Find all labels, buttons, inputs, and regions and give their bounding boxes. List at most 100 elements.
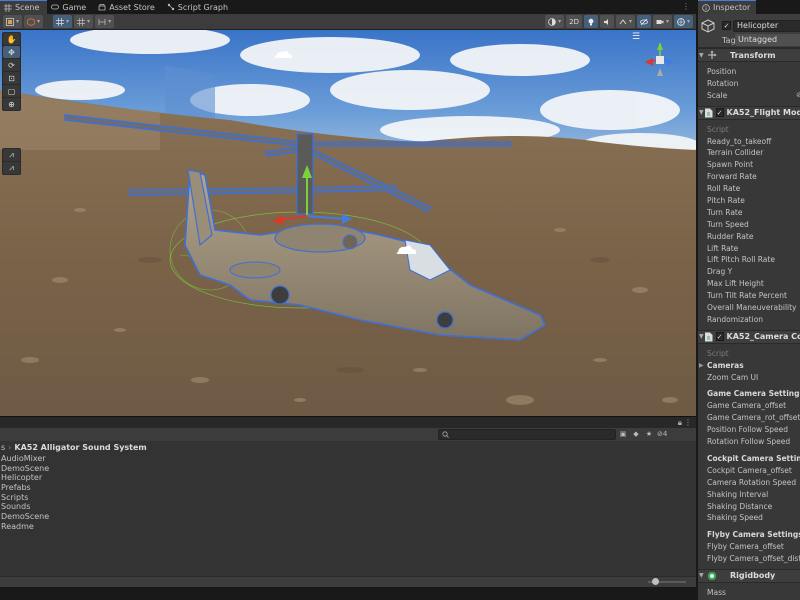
tab-asset-store[interactable]: Asset Store: [94, 0, 163, 14]
list-item[interactable]: DemoScene: [1, 464, 49, 474]
increment-snap-dropdown[interactable]: [95, 15, 115, 28]
rigidbody-header[interactable]: ▼ Rigidbody: [698, 568, 800, 583]
snap-icon: [98, 18, 106, 25]
script-icon: [704, 332, 713, 342]
transform-icon: [707, 50, 717, 60]
search-by-type-icon[interactable]: ▣: [618, 429, 628, 439]
lock-icon[interactable]: 🔒︎: [678, 418, 682, 428]
tab-script-graph-label: Script Graph: [177, 2, 229, 12]
prop-field: Terrain Collider: [707, 148, 764, 158]
prop-field: Shaking Interval: [707, 489, 769, 499]
list-item[interactable]: AudioMixer: [1, 454, 49, 464]
project-panel-header: 🔒︎ ⋮: [0, 416, 696, 428]
flight-model-header[interactable]: ▼ ✓ KA52_Flight Model (: [698, 105, 800, 120]
tab-script-graph[interactable]: Script Graph: [163, 0, 236, 14]
effects-dropdown[interactable]: [615, 15, 635, 28]
project-toolbar: ▣ ◆ ★ ⊘ 4: [0, 428, 696, 441]
component-enabled-checkbox[interactable]: ✓: [715, 332, 724, 342]
breadcrumb-current[interactable]: KA52 Alligator Sound System: [14, 443, 146, 452]
label-filter-icon[interactable]: ◆: [631, 429, 641, 439]
tool-custom-1-button[interactable]: ⩘: [3, 149, 20, 161]
rigidbody-icon: [707, 571, 717, 581]
overlay-menu-icon[interactable]: ☰: [632, 32, 642, 42]
scene-visibility-toggle[interactable]: [636, 15, 651, 28]
shading-mode-dropdown[interactable]: [545, 15, 565, 28]
list-item[interactable]: Readme: [1, 522, 49, 532]
tool-custom-2-button[interactable]: ⩘: [3, 162, 20, 174]
camera-icon: [656, 19, 664, 24]
prop-scale-label: Scale: [707, 90, 728, 100]
scene-viewport[interactable]: ✋ ✥ ⟳ ⊡ ▢ ⊕ ⩘ ⩘ ☰: [0, 30, 696, 416]
more-options-icon[interactable]: ⋮: [676, 0, 696, 14]
prop-field: Shaking Distance: [707, 501, 773, 511]
hidden-eye-icon: [640, 18, 648, 25]
tab-scene[interactable]: Scene: [0, 0, 48, 14]
move-arrows-icon: ✥: [8, 47, 15, 57]
favorite-star-icon[interactable]: ★: [644, 429, 654, 439]
pivot-dropdown[interactable]: [53, 15, 73, 28]
hidden-packages-count[interactable]: ⊘ 4: [657, 429, 667, 439]
prop-field: Turn Speed: [707, 219, 749, 229]
tool-move-button[interactable]: ✥: [3, 46, 20, 58]
gizmos-dropdown[interactable]: [673, 15, 693, 28]
prop-field: Shaking Speed: [707, 513, 763, 523]
section-header: Cockpit Camera Settings: [707, 453, 800, 463]
audio-toggle-button[interactable]: [599, 15, 614, 28]
graph-icon: [167, 3, 174, 11]
tool-transform-button[interactable]: ⊕: [3, 98, 20, 110]
foldout-arrow-icon: ▶: [699, 361, 704, 369]
transform-header[interactable]: ▼ Transform: [698, 48, 800, 62]
list-item[interactable]: Sounds: [1, 502, 49, 512]
scene-tool-palette: ✋ ✥ ⟳ ⊡ ▢ ⊕: [2, 32, 21, 111]
tab-inspector-label: Inspector: [713, 3, 751, 12]
list-item[interactable]: Scripts: [1, 493, 49, 503]
cameras-label: Cameras: [707, 360, 744, 370]
link-scale-icon[interactable]: ⊘: [796, 90, 800, 102]
camera-controller-header[interactable]: ▼ ✓ KA52_Camera Contr: [698, 329, 800, 344]
breadcrumb-parent[interactable]: s: [1, 443, 5, 452]
camera-controller-title: KA52_Camera Contr: [726, 332, 800, 342]
tab-game[interactable]: Game: [47, 0, 94, 14]
prop-field: Lift Pitch Roll Rate: [707, 255, 775, 265]
prop-field: Flyby Camera_offset_distan: [707, 554, 800, 564]
scene-render: [0, 30, 696, 416]
effects-icon: [619, 18, 627, 24]
transform-title: Transform: [730, 50, 776, 60]
lighting-toggle-button[interactable]: [583, 15, 598, 28]
2d-toggle-button[interactable]: 2D: [566, 15, 582, 28]
globe-icon: [677, 17, 685, 26]
prop-field: Turn Tilt Rate Percent: [707, 291, 787, 301]
tool-scale-button[interactable]: ⊡: [3, 72, 20, 84]
draw-mode-dropdown[interactable]: [3, 15, 23, 28]
tool-rect-button[interactable]: ▢: [3, 85, 20, 97]
tab-inspector[interactable]: Inspector: [698, 0, 757, 14]
tool-hand-button[interactable]: ✋: [3, 33, 20, 45]
object-name-field[interactable]: Helicopter: [733, 20, 800, 32]
gizmo-handle-dropdown[interactable]: [24, 15, 44, 28]
list-item[interactable]: Prefabs: [1, 483, 49, 493]
list-item[interactable]: Helicopter: [1, 473, 49, 483]
gameobject-header: ✓ Helicopter Tag Untagged: [698, 14, 800, 48]
tag-dropdown[interactable]: Untagged: [735, 34, 800, 46]
prop-field: Position Follow Speed: [707, 425, 789, 435]
more-options-icon[interactable]: ⋮: [684, 418, 692, 427]
grid-snap-icon: [56, 17, 65, 26]
prop-cameras-foldout[interactable]: ▶ Cameras: [698, 360, 800, 372]
component-enabled-checkbox[interactable]: ✓: [715, 108, 724, 118]
rotate-icon: ⟳: [8, 60, 15, 70]
active-checkbox[interactable]: ✓: [722, 21, 731, 30]
list-item[interactable]: DemoScene: [1, 512, 49, 522]
prop-field: Game Camera_rot_offset: [707, 413, 800, 423]
camera-settings-dropdown[interactable]: [652, 15, 672, 28]
project-footer: [0, 576, 696, 587]
unity-editor: Scene Game Asset Store Script Graph ⋮ ▾ …: [0, 0, 800, 600]
prop-rotation: Rotation: [707, 78, 739, 88]
global-local-dropdown[interactable]: [74, 15, 94, 28]
tool-rotate-button[interactable]: ⟳: [3, 59, 20, 71]
icon-size-slider-handle[interactable]: [652, 578, 659, 585]
tag-label: Tag: [722, 36, 736, 45]
custom-tool-palette: ⩘ ⩘: [2, 148, 21, 175]
prop-field: Rudder Rate: [707, 231, 754, 241]
breadcrumb: s › KA52 Alligator Sound System: [0, 441, 696, 453]
search-input[interactable]: [438, 429, 616, 440]
